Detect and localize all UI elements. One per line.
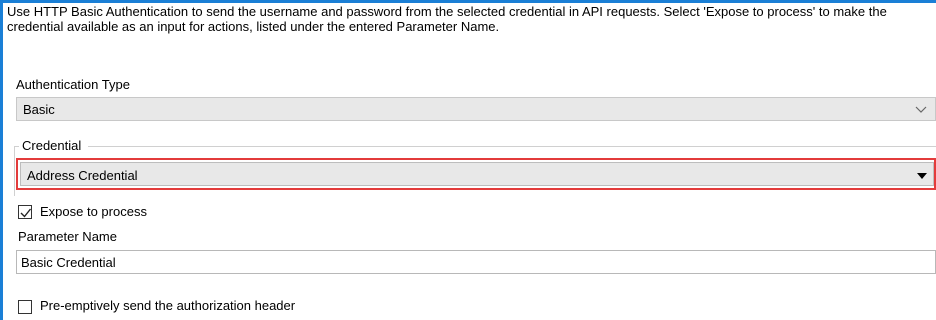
- parameter-name-input[interactable]: Basic Credential: [16, 250, 936, 274]
- description-text: Use HTTP Basic Authentication to send th…: [7, 4, 887, 34]
- auth-type-label: Authentication Type: [16, 77, 130, 92]
- credential-group-label: Credential: [22, 138, 82, 153]
- expose-checkbox[interactable]: [18, 205, 32, 219]
- chevron-down-icon: [915, 101, 927, 117]
- credential-group-line-right: [88, 146, 936, 147]
- preemptive-label[interactable]: Pre-emptively send the authorization hea…: [40, 298, 295, 313]
- parameter-name-label: Parameter Name: [18, 229, 117, 244]
- credential-highlight: Address Credential: [16, 158, 936, 190]
- dropdown-triangle-icon: [917, 173, 927, 179]
- expose-label[interactable]: Expose to process: [40, 204, 147, 219]
- credential-select[interactable]: Address Credential: [20, 162, 934, 186]
- credential-group-line-side: [14, 146, 15, 196]
- preemptive-checkbox[interactable]: [18, 300, 32, 314]
- credential-value: Address Credential: [27, 168, 138, 183]
- auth-type-value: Basic: [23, 102, 55, 117]
- parameter-name-value: Basic Credential: [21, 255, 116, 270]
- auth-type-select[interactable]: Basic: [16, 97, 936, 121]
- checkmark-icon: [20, 208, 32, 218]
